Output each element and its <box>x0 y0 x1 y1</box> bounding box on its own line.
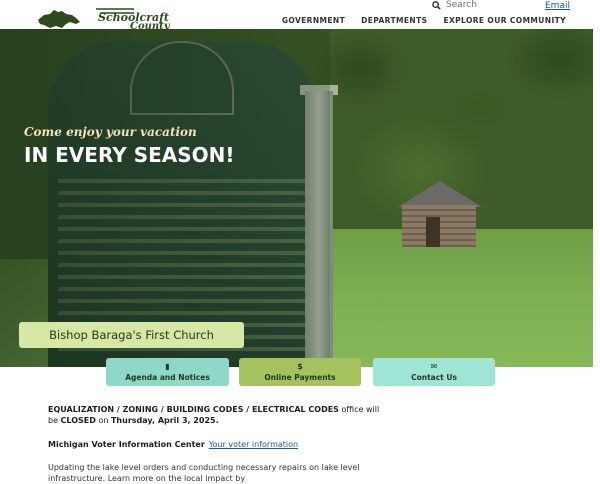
online-payments-button[interactable]: $ Online Payments <box>239 358 361 386</box>
main-content: EQUALIZATION / ZONING / BUILDING CODES /… <box>48 404 388 484</box>
voter-info: Michigan Voter Information Center Your vo… <box>48 439 388 450</box>
voter-info-label: Michigan Voter Information Center <box>48 440 205 449</box>
hero-tagline-small: Come enjoy your vacation <box>24 125 197 139</box>
hero-banner: Come enjoy your vacation IN EVERY SEASON… <box>0 29 593 367</box>
nav-government[interactable]: GOVERNMENT <box>282 16 345 25</box>
notice-date: Thursday, April 3, 2025. <box>110 416 219 425</box>
contact-us-label: Contact Us <box>411 373 457 382</box>
contact-us-button[interactable]: ✉ Contact Us <box>373 358 495 386</box>
lake-level-text: Updating the lake level orders and condu… <box>48 463 360 483</box>
search-box[interactable] <box>432 0 516 10</box>
document-icon: ▮ <box>165 362 170 371</box>
voter-info-link[interactable]: Your voter information <box>209 440 298 449</box>
nav-departments[interactable]: DEPARTMENTS <box>361 16 427 25</box>
lawn-background <box>320 229 593 367</box>
agenda-notices-button[interactable]: ▮ Agenda and Notices <box>106 358 229 386</box>
notice-on: on <box>95 416 111 425</box>
dollar-icon: $ <box>297 362 303 371</box>
envelope-icon: ✉ <box>430 362 438 371</box>
email-link[interactable]: Email <box>545 1 570 11</box>
notice-closed: CLOSED <box>60 416 96 425</box>
notice-offices: EQUALIZATION / ZONING / BUILDING CODES /… <box>48 405 339 414</box>
office-closure-notice: EQUALIZATION / ZONING / BUILDING CODES /… <box>48 404 388 426</box>
search-input[interactable] <box>446 0 516 10</box>
site-header: Schoolcraft County Email GOVERNMENT DEPA… <box>0 0 600 32</box>
log-cabin-image <box>398 181 482 247</box>
nav-explore-community[interactable]: EXPLORE OUR COMMUNITY <box>443 16 566 25</box>
online-payments-label: Online Payments <box>264 373 336 382</box>
hero-shade <box>0 29 330 367</box>
agenda-notices-label: Agenda and Notices <box>125 373 210 382</box>
hero-caption[interactable]: Bishop Baraga's First Church <box>19 322 244 348</box>
hero-tagline-large: IN EVERY SEASON! <box>24 143 235 167</box>
search-icon[interactable] <box>432 0 441 10</box>
main-nav: GOVERNMENT DEPARTMENTS EXPLORE OUR COMMU… <box>282 16 566 25</box>
